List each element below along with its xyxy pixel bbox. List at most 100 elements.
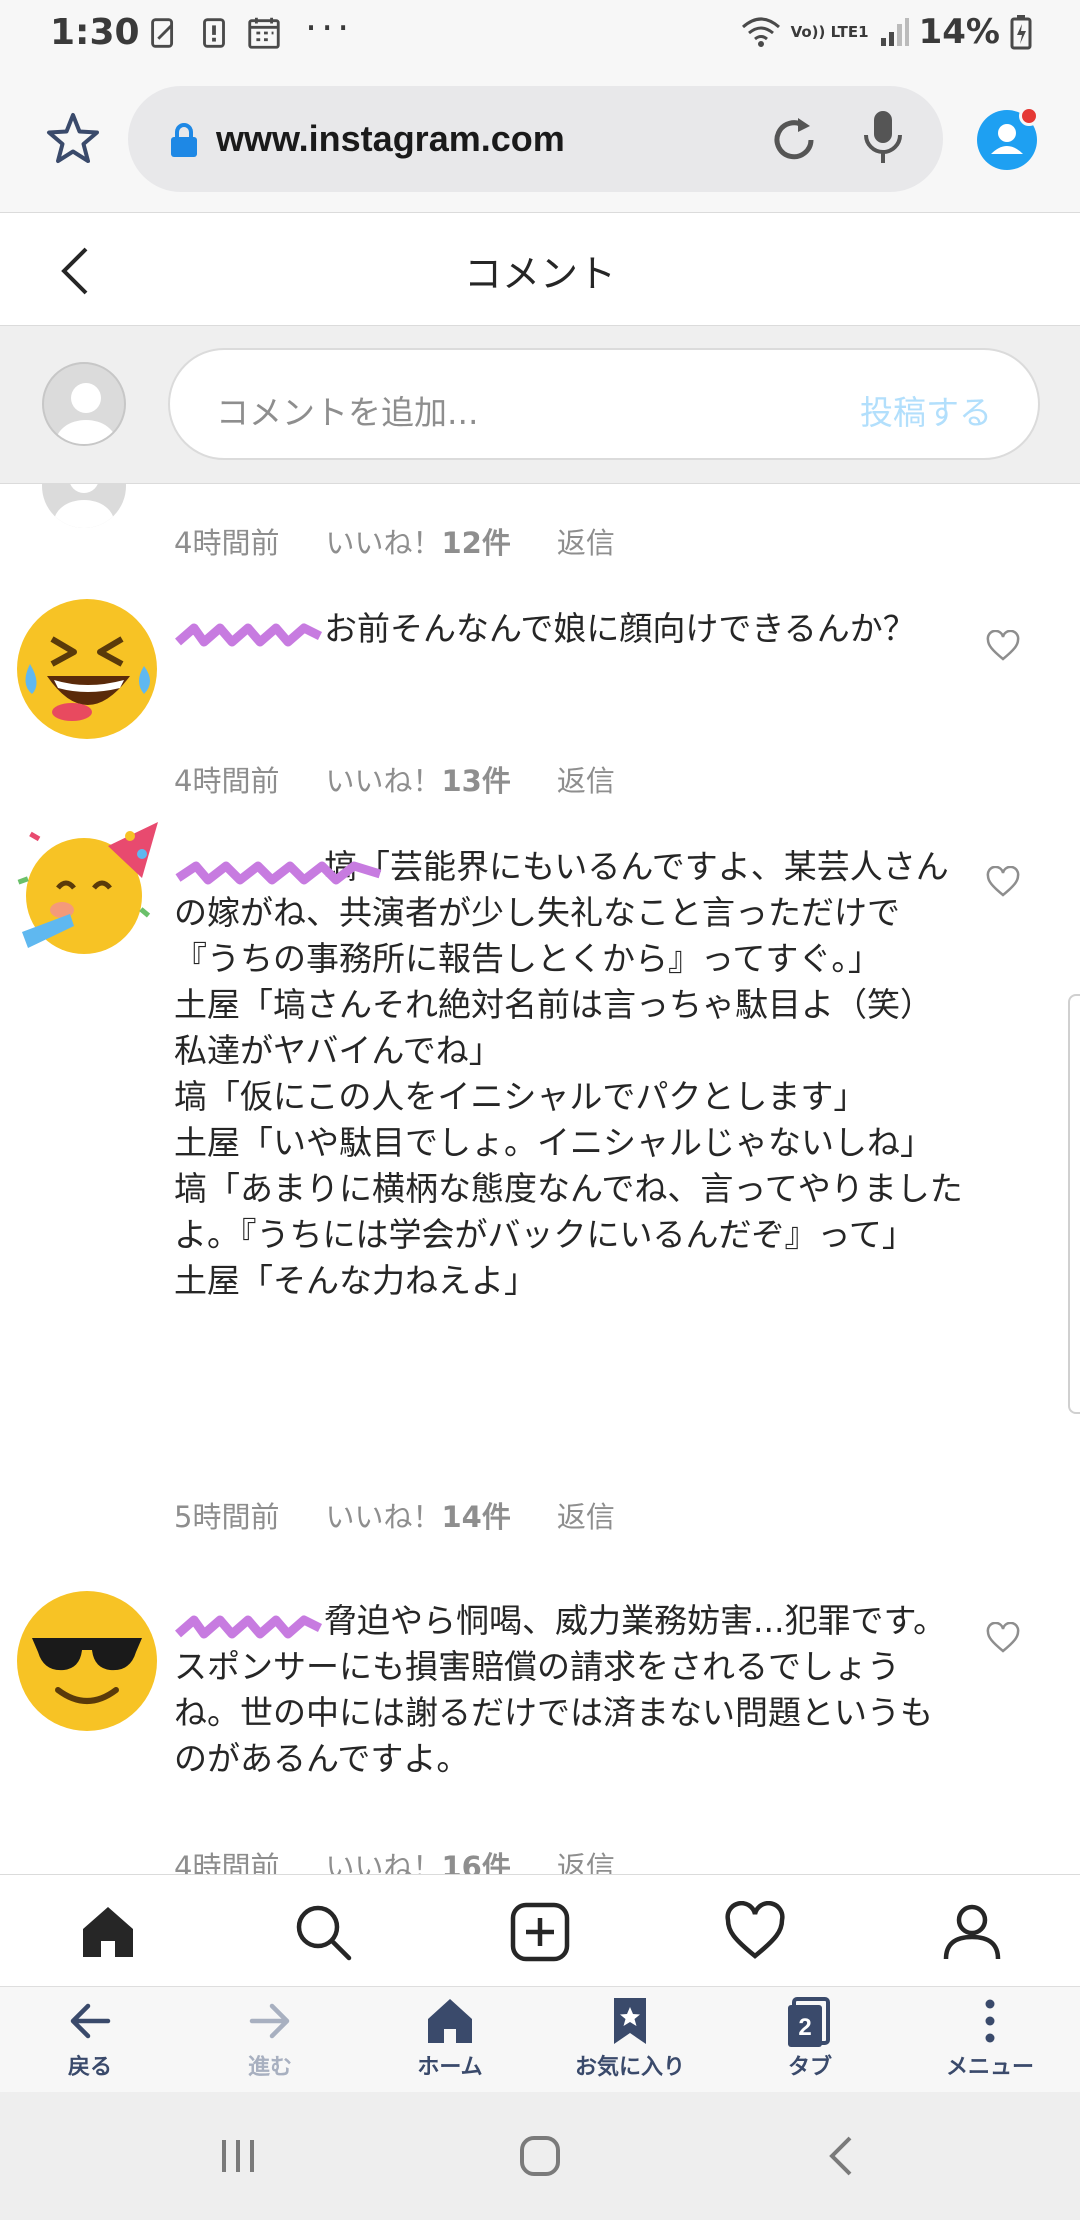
bookmark-star-icon — [614, 1998, 646, 2044]
new-post-icon[interactable] — [509, 1901, 571, 1963]
battery-charging-icon — [1010, 15, 1032, 50]
calendar-icon — [248, 17, 280, 49]
network-type-label: Vo)) LTE1 — [790, 22, 869, 41]
like-count[interactable]: いいね！12件 — [325, 520, 510, 562]
redaction-scribble — [175, 1615, 323, 1638]
likes-count: 12件 — [441, 526, 511, 560]
microphone-icon[interactable] — [861, 108, 905, 168]
status-bar: 1:30 ··· Vo)) LTE1 14% — [0, 0, 1080, 70]
system-status: Vo)) LTE1 14% — [741, 12, 1032, 52]
likes-count: 13件 — [441, 764, 511, 798]
home-icon[interactable] — [77, 1901, 139, 1963]
browser-menu-button[interactable]: メニュー — [900, 1995, 1080, 2081]
comment-time[interactable]: 4時間前 — [174, 520, 279, 562]
comment-body: お前そんなんで娘に顔向けできるんか？ — [174, 606, 964, 652]
signal-icon — [880, 18, 909, 46]
account-icon[interactable] — [977, 106, 1039, 170]
comment-input[interactable]: コメントを追加... 投稿する — [168, 348, 1040, 460]
reply-button[interactable]: 返信 — [557, 1844, 615, 1874]
browser-back-button[interactable]: 戻る — [0, 1995, 180, 2081]
browser-address-bar: www.instagram.com — [0, 70, 1080, 212]
comment-meta: 5時間前 いいね！14件 返信 — [174, 1494, 615, 1536]
phone-alert-icon — [203, 18, 225, 48]
comment-time[interactable]: 5時間前 — [174, 1494, 279, 1536]
party-face-emoji-avatar[interactable] — [12, 814, 162, 964]
username-scribble[interactable] — [174, 1608, 324, 1638]
arrow-left-icon — [70, 2003, 111, 2039]
default-avatar-icon — [54, 484, 114, 528]
username-scribble[interactable] — [174, 616, 324, 646]
url-field[interactable]: www.instagram.com — [128, 86, 943, 192]
like-heart-icon[interactable] — [986, 1622, 1020, 1654]
search-icon[interactable] — [292, 1901, 354, 1963]
avatar[interactable] — [42, 484, 126, 528]
back-label: 戻る — [67, 2055, 112, 2080]
comment-placeholder: コメントを追加... — [216, 393, 479, 432]
comments-header: コメント — [0, 212, 1080, 326]
more-vertical-icon — [985, 1999, 995, 2043]
system-home-icon[interactable] — [516, 2132, 564, 2180]
likes-label: いいね！ — [325, 1850, 442, 1874]
menu-label: メニュー — [945, 2055, 1034, 2080]
bookmark-star-icon[interactable] — [44, 110, 102, 168]
comment-body: 塙「芸能界にもいるんですよ、某芸人さんの嫁がね、共演者が少し失礼なこと言っただけ… — [174, 844, 964, 1304]
default-avatar-icon — [56, 383, 116, 444]
bookmarks-label: お気に入り — [574, 2055, 685, 2080]
comment-time[interactable]: 4時間前 — [174, 758, 279, 800]
battery-percent: 14% — [918, 12, 1000, 52]
browser-forward-button[interactable]: 進む — [180, 1995, 360, 2081]
like-count[interactable]: いいね！13件 — [325, 758, 510, 800]
reload-icon[interactable] — [768, 114, 820, 166]
avatar — [42, 362, 126, 446]
screenshot-edit-icon — [151, 18, 174, 48]
tabs-count: 2 — [798, 2014, 811, 2041]
sunglasses-emoji-avatar[interactable] — [12, 1586, 162, 1736]
like-heart-icon[interactable] — [986, 866, 1020, 898]
likes-count: 16件 — [441, 1850, 511, 1874]
browser-bookmarks-button[interactable]: お気に入り — [540, 1995, 720, 2081]
notification-icons — [145, 14, 283, 52]
comment-meta: 4時間前 いいね！12件 返信 — [174, 520, 615, 562]
post-button[interactable]: 投稿する — [860, 386, 992, 434]
like-count[interactable]: いいね！14件 — [325, 1494, 510, 1536]
likes-label: いいね！ — [325, 526, 442, 560]
comment-meta: 4時間前 いいね！16件 返信 — [174, 1844, 615, 1874]
page-title: コメント — [463, 252, 616, 296]
browser-toolbar: 戻る 進む ホーム お気に入り 2 タブ メニュー — [0, 1986, 1080, 2092]
tabs-icon: 2 — [788, 1997, 830, 2047]
browser-tabs-button[interactable]: 2 タブ — [720, 1995, 900, 2081]
home-label: ホーム — [417, 2055, 483, 2080]
redaction-scribble — [175, 861, 382, 884]
comment-meta: 4時間前 いいね！13件 返信 — [174, 758, 615, 800]
like-heart-icon[interactable] — [986, 630, 1020, 662]
reply-button[interactable]: 返信 — [557, 520, 615, 562]
likes-label: いいね！ — [325, 1500, 442, 1534]
lock-icon — [171, 123, 197, 157]
reply-button[interactable]: 返信 — [557, 1494, 615, 1536]
activity-heart-icon[interactable] — [724, 1901, 786, 1963]
system-navigation-bar — [0, 2092, 1080, 2220]
rolling-laughing-emoji-avatar[interactable] — [12, 594, 162, 744]
scrollbar[interactable] — [1068, 994, 1080, 1414]
comment-text: 塙「芸能界にもいるんですよ、某芸人さんの嫁がね、共演者が少し失礼なこと言っただけ… — [174, 847, 963, 1300]
wifi-icon — [741, 17, 780, 47]
recent-apps-icon[interactable] — [214, 2132, 262, 2180]
browser-home-button[interactable]: ホーム — [360, 1995, 540, 2081]
likes-count: 14件 — [441, 1500, 511, 1534]
comment-body: 脅迫やら恫喝、威力業務妨害...犯罪です。スポンサーにも損害賠償の請求をされるで… — [174, 1598, 964, 1782]
comment-text: お前そんなんで娘に顔向けできるんか？ — [324, 609, 916, 648]
status-time: 1:30 — [50, 12, 140, 53]
likes-label: いいね！ — [325, 764, 442, 798]
reply-button[interactable]: 返信 — [557, 758, 615, 800]
url-text[interactable]: www.instagram.com — [216, 118, 565, 160]
username-scribble[interactable] — [174, 854, 382, 884]
system-back-icon[interactable] — [818, 2132, 866, 2180]
comment-time[interactable]: 4時間前 — [174, 1844, 279, 1874]
profile-icon[interactable] — [941, 1901, 1003, 1963]
comment-input-bar: コメントを追加... 投稿する — [0, 326, 1080, 484]
more-notifications-dots: ··· — [305, 6, 354, 50]
house-icon — [428, 1999, 472, 2043]
like-count[interactable]: いいね！16件 — [325, 1844, 510, 1874]
forward-label: 進む — [247, 2055, 292, 2080]
arrow-right-icon — [249, 2003, 290, 2039]
